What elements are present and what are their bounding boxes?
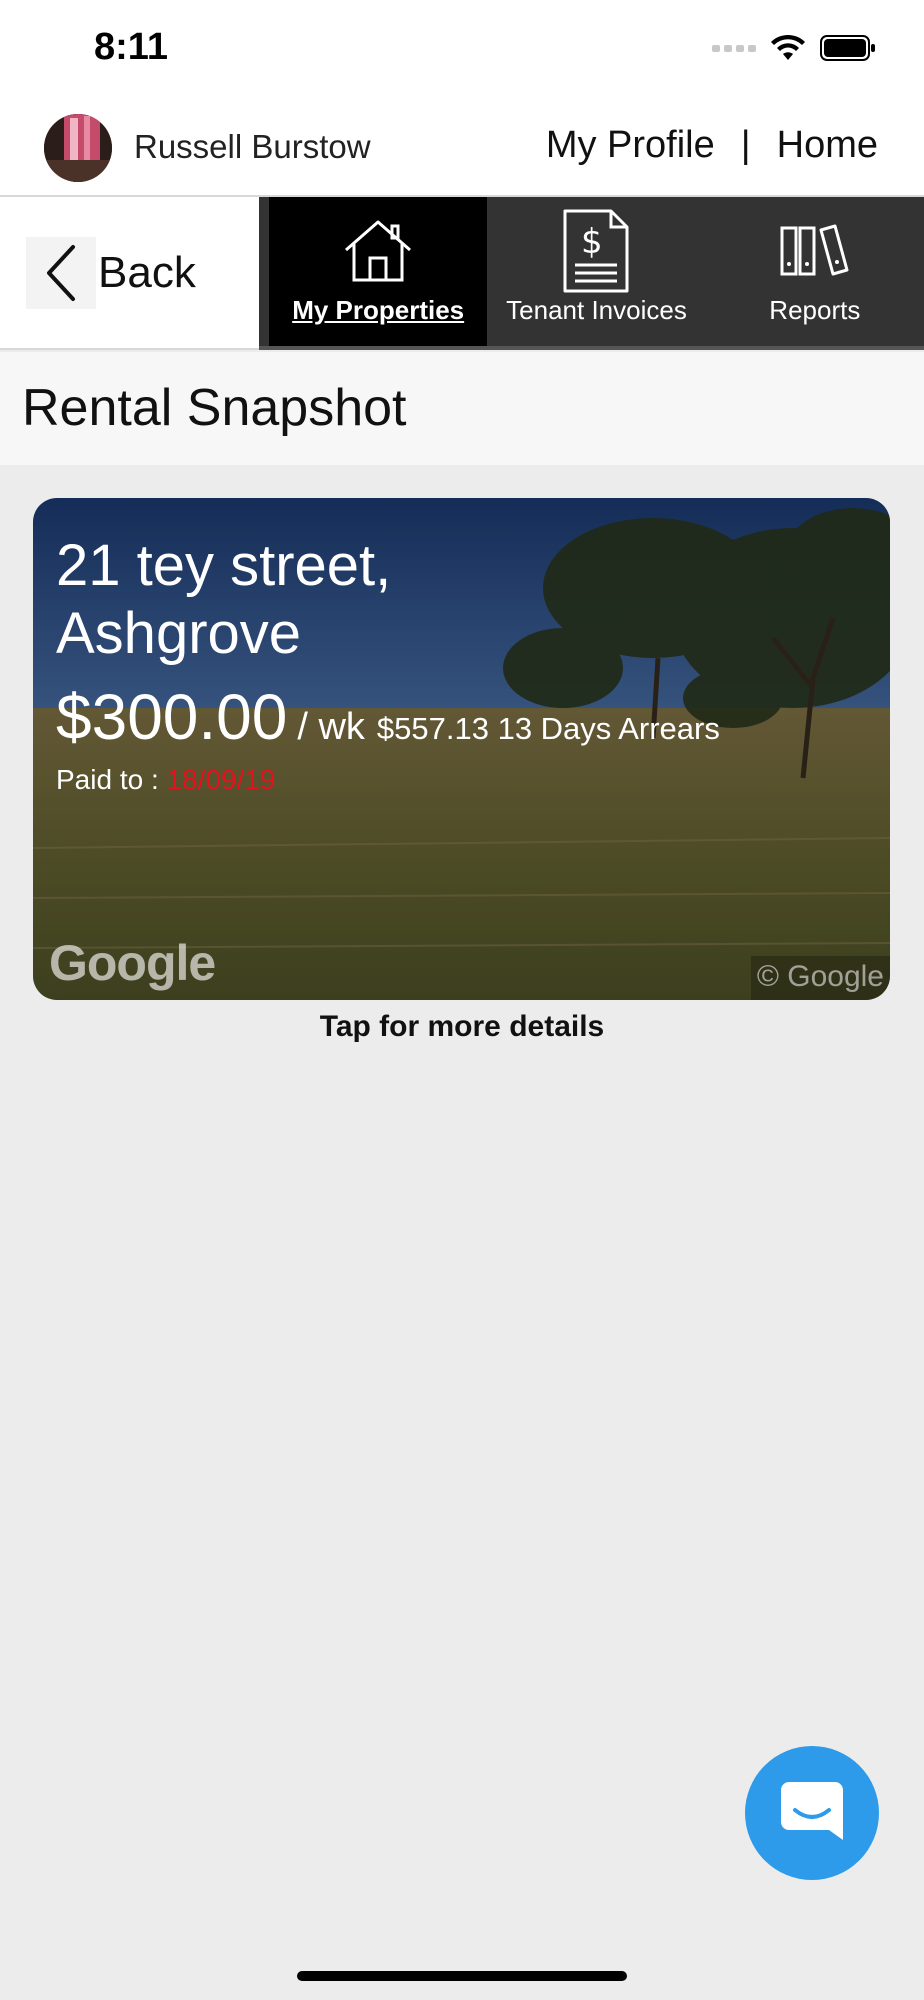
property-address: 21 tey street, Ashgrove [56, 533, 392, 666]
property-arrears: $557.13 13 Days Arrears [376, 711, 720, 746]
tab-tenant-invoices[interactable]: $ Tenant Invoices [487, 197, 705, 346]
wifi-icon [770, 34, 806, 67]
tab-my-properties[interactable]: My Properties [269, 197, 488, 346]
tab-reports[interactable]: Reports [706, 197, 924, 346]
chat-icon [779, 1778, 845, 1849]
home-link[interactable]: Home [777, 124, 878, 167]
battery-icon [820, 34, 876, 67]
property-paid-to: Paid to : 18/09/19 [56, 764, 276, 796]
header-links: My Profile | Home [546, 124, 878, 167]
tab-label: Tenant Invoices [506, 295, 687, 325]
user-name: Russell Burstow [134, 128, 371, 165]
tab-label: Reports [769, 295, 861, 325]
status-icons [712, 34, 876, 66]
paid-to-label: Paid to : [56, 764, 159, 795]
google-logo: Google [49, 935, 216, 991]
books-icon [779, 215, 851, 287]
signal-icon [712, 41, 756, 59]
tab-label: My Properties [292, 295, 465, 325]
chat-button[interactable] [745, 1746, 879, 1880]
invoice-icon: $ [561, 209, 631, 293]
property-rent-unit: / wk [297, 706, 365, 748]
back-label: Back [98, 248, 196, 297]
back-button[interactable]: Back [26, 237, 196, 309]
home-indicator [297, 1971, 627, 1981]
tap-for-details-hint: Tap for more details [319, 1010, 605, 1043]
svg-text:$: $ [581, 222, 603, 262]
chevron-left-icon [26, 237, 96, 309]
app-header: Russell Burstow My Profile | Home [0, 100, 924, 197]
my-profile-link[interactable]: My Profile [546, 124, 715, 167]
status-bar: 8:11 [0, 0, 924, 100]
property-rent-line: $300.00 / wk $557.13 13 Days Arrears [56, 680, 720, 754]
page-title: Rental Snapshot [22, 379, 407, 437]
property-rent: $300.00 [56, 681, 288, 753]
avatar[interactable] [44, 114, 112, 182]
link-separator: | [740, 124, 751, 166]
property-card[interactable]: 21 tey street, Ashgrove $300.00 / wk $55… [33, 498, 890, 1000]
nav-row: Back My Properties $ Tenant Invoices Rep… [0, 197, 924, 350]
house-icon [342, 215, 414, 287]
paid-to-date: 18/09/19 [166, 764, 276, 795]
status-time: 8:11 [94, 26, 168, 68]
tab-bar: My Properties $ Tenant Invoices Reports [259, 197, 924, 350]
google-copyright: © Google [750, 956, 890, 1000]
back-area: Back [0, 197, 259, 350]
section-title-bar: Rental Snapshot [0, 352, 924, 465]
